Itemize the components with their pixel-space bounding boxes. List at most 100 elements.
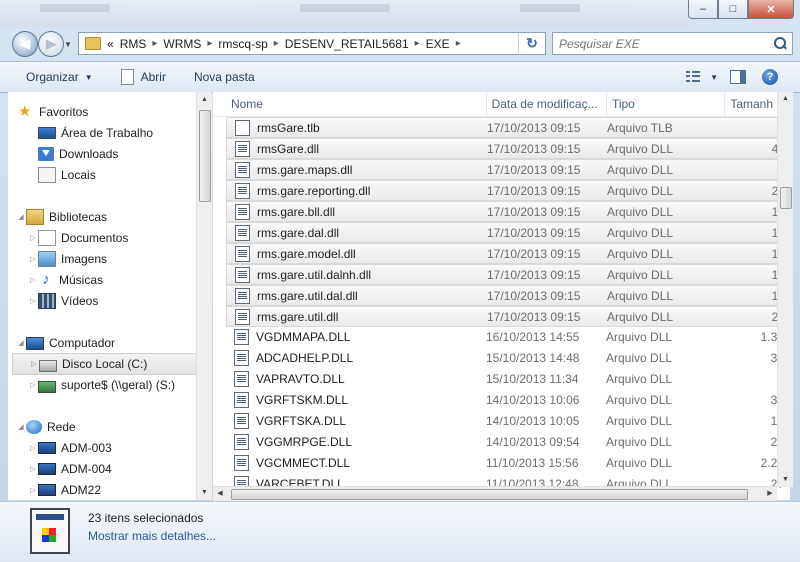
nav-libraries[interactable]: ◢ Bibliotecas (16, 207, 206, 227)
file-row[interactable]: rms.gare.maps.dll 17/10/2013 09:15 Arquivo… (226, 159, 790, 180)
address-bar[interactable]: « RMS ▸ WRMS ▸ rmscq-sp ▸ DESENV_RETAIL5681 ▸ EX… (78, 32, 546, 55)
minimize-button[interactable]: – (688, 0, 718, 19)
nav-downloads[interactable]: Downloads (38, 144, 211, 164)
navigation-pane: ★ Favoritos Área de Trabalho Downloads L… (8, 92, 212, 500)
file-row[interactable]: VGRFTSKA.DLL 14/10/2013 10:05 Arquivo DLL 1… (226, 411, 790, 431)
expand-arrow-icon[interactable]: ◢ (16, 339, 26, 347)
column-date[interactable]: Data de modificaç... (487, 92, 607, 116)
back-button[interactable]: ◀ (12, 31, 38, 57)
breadcrumb-item[interactable]: RMS (120, 37, 147, 51)
nav-computer[interactable]: ◢ Computador (16, 333, 206, 353)
scroll-thumb[interactable] (231, 489, 748, 500)
forward-button[interactable]: ▶ (38, 31, 64, 57)
file-vertical-scrollbar[interactable]: ▲ ▼ (777, 92, 793, 487)
breadcrumb-separator-icon[interactable]: ▸ (152, 38, 157, 49)
file-row[interactable]: rms.gare.dal.dll 17/10/2013 09:15 Arquivo … (226, 222, 790, 243)
column-type[interactable]: Tipo (607, 92, 726, 116)
view-dropdown-icon[interactable]: ▼ (710, 73, 718, 82)
close-button[interactable]: ✕ (748, 0, 794, 19)
nav-network-drive[interactable]: ▷ suporte$ (\\geral) (S:) (28, 375, 211, 395)
expand-arrow-icon[interactable]: ◢ (16, 423, 26, 431)
scroll-left-icon[interactable]: ◀ (213, 487, 227, 501)
file-row[interactable]: VAPRAVTO.DLL 15/10/2013 11:34 Arquivo DLL 9 (226, 369, 790, 389)
file-row[interactable]: rms.gare.bll.dll 17/10/2013 09:15 Arquivo … (226, 201, 790, 222)
organize-button[interactable]: Organizar ▼ (0, 65, 103, 89)
expand-arrow-icon[interactable]: ▷ (28, 297, 38, 305)
nav-documents[interactable]: ▷ Documentos (28, 228, 211, 248)
recent-pages-dropdown[interactable]: ▼ (64, 40, 72, 49)
show-more-details-link[interactable]: Mostrar mais detalhes... (88, 529, 216, 543)
expand-arrow-icon[interactable]: ▷ (28, 234, 38, 242)
expand-arrow-icon[interactable]: ▷ (28, 255, 38, 263)
file-row[interactable]: rmsGare.dll 17/10/2013 09:15 Arquivo DLL 43 (226, 138, 790, 159)
breadcrumb-item[interactable]: rmscq-sp (218, 37, 267, 51)
breadcrumb-item[interactable]: DESENV_RETAIL5681 (285, 37, 409, 51)
file-row[interactable]: rms.gare.util.dal.dll 17/10/2013 09:15 Arq… (226, 285, 790, 306)
nav-desktop[interactable]: Área de Trabalho (38, 123, 211, 143)
file-row[interactable]: rms.gare.model.dll 17/10/2013 09:15 Arquiv… (226, 243, 790, 264)
dll-file-icon (235, 161, 250, 178)
file-size: 14 (725, 268, 785, 282)
file-row[interactable]: rmsGare.tlb 17/10/2013 09:15 Arquivo TLB 4 (226, 117, 790, 138)
nav-music[interactable]: ▷ ♪ Músicas (28, 270, 211, 290)
scroll-up-icon[interactable]: ▲ (778, 92, 793, 106)
file-date: 15/10/2013 14:48 (486, 351, 580, 365)
scroll-thumb[interactable] (780, 187, 792, 209)
breadcrumb-item[interactable]: EXE (426, 37, 450, 51)
expand-arrow-icon[interactable]: ▷ (28, 276, 38, 284)
scroll-up-icon[interactable]: ▲ (197, 92, 212, 107)
file-row[interactable]: rms.gare.util.dalnh.dll 17/10/2013 09:15 A… (226, 264, 790, 285)
nav-images[interactable]: ▷ Imagens (28, 249, 211, 269)
file-row[interactable]: ADCADHELP.DLL 15/10/2013 14:48 Arquivo DLL… (226, 348, 790, 368)
maximize-button[interactable]: □ (718, 0, 748, 19)
file-row[interactable]: rms.gare.reporting.dll 17/10/2013 09:15 Ar… (226, 180, 790, 201)
expand-arrow-icon[interactable]: ▷ (28, 381, 38, 389)
search-icon[interactable] (772, 36, 788, 52)
scroll-right-icon[interactable]: ▶ (763, 487, 777, 501)
nav-locais[interactable]: Locais (38, 165, 211, 185)
expand-arrow-icon[interactable]: ▷ (28, 444, 38, 452)
scroll-down-icon[interactable]: ▼ (778, 473, 793, 487)
new-folder-button[interactable]: Nova pasta (184, 65, 265, 89)
file-date: 17/10/2013 09:15 (487, 162, 581, 177)
preview-pane-icon[interactable] (730, 70, 746, 84)
nav-local-disk[interactable]: ▷ Disco Local (C:) (12, 353, 211, 375)
breadcrumb-separator-icon[interactable]: ▸ (456, 38, 461, 49)
nav-adm22[interactable]: ▷ ADM22 (28, 480, 211, 500)
file-row[interactable]: VGCMMECT.DLL 11/10/2013 15:56 Arquivo DLL 2… (226, 453, 790, 473)
open-button[interactable]: Abrir (111, 65, 176, 89)
breadcrumb-separator-icon[interactable]: ▸ (274, 38, 279, 49)
breadcrumb-overflow[interactable]: « (107, 37, 114, 51)
nav-adm-003[interactable]: ▷ ADM-003 (28, 438, 211, 458)
file-row[interactable]: rms.gare.util.dll 17/10/2013 09:15 Arquivo… (226, 306, 790, 327)
file-row[interactable]: VGGMRPGE.DLL 14/10/2013 09:54 Arquivo DLL 2… (226, 432, 790, 452)
file-horizontal-scrollbar[interactable]: ◀ ▶ (213, 486, 777, 501)
breadcrumb-item[interactable]: WRMS (163, 37, 201, 51)
scroll-thumb[interactable] (199, 110, 211, 202)
nav-scrollbar[interactable]: ▲ ▼ (196, 92, 212, 500)
network-computer-icon (38, 463, 56, 475)
nav-adm-004[interactable]: ▷ ADM-004 (28, 459, 211, 479)
search-box (552, 32, 793, 55)
view-options-icon[interactable] (686, 71, 701, 83)
expand-arrow-icon[interactable]: ▷ (28, 486, 38, 494)
expand-arrow-icon[interactable]: ▷ (29, 360, 39, 368)
nav-network[interactable]: ◢ Rede (16, 417, 206, 437)
file-type: Arquivo DLL (606, 372, 673, 386)
refresh-button[interactable]: ↻ (518, 32, 546, 55)
expand-arrow-icon[interactable]: ▷ (28, 465, 38, 473)
file-row[interactable]: VGDMMAPA.DLL 16/10/2013 14:55 Arquivo DLL 1… (226, 327, 790, 347)
file-row[interactable]: VGRFTSKM.DLL 14/10/2013 10:06 Arquivo DLL 3… (226, 390, 790, 410)
scroll-down-icon[interactable]: ▼ (197, 485, 212, 500)
nav-videos[interactable]: ▷ Vídeos (28, 291, 211, 311)
help-icon[interactable]: ? (762, 69, 778, 85)
expand-arrow-icon[interactable]: ◢ (16, 213, 26, 221)
nav-favorites[interactable]: ★ Favoritos (18, 102, 208, 122)
column-name[interactable]: Nome (226, 92, 487, 116)
dll-file-icon (234, 350, 249, 366)
dll-file-icon (235, 224, 250, 241)
breadcrumb-separator-icon[interactable]: ▸ (207, 38, 212, 49)
search-input[interactable] (553, 35, 772, 52)
document-icon (120, 69, 134, 85)
breadcrumb-separator-icon[interactable]: ▸ (415, 38, 420, 49)
